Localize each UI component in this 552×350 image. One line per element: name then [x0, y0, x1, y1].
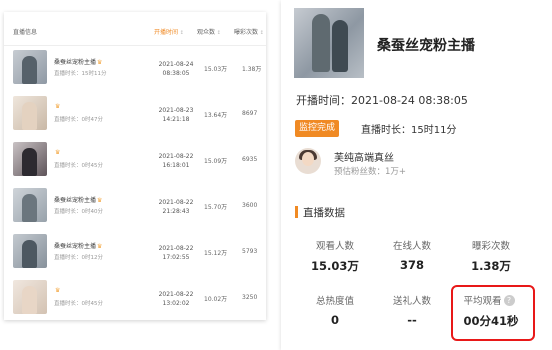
streamer-name: 桑蚕丝宠粉主播 — [54, 59, 97, 66]
stat-value-viewers: 15.03万 — [311, 259, 359, 273]
stream-likes: 3600 — [242, 202, 258, 209]
stream-duration: 直播时长：15时11分 — [54, 71, 107, 77]
fan-avatar[interactable] — [295, 148, 321, 174]
stream-start-time: 2021-08-22 16:18:01 — [158, 153, 194, 169]
list-item[interactable]: 桑蚕丝宠粉主播♛ 直播时长：0时12分 2021-08-22 17:02:55 1… — [4, 230, 266, 276]
list-item[interactable]: 桑蚕丝宠粉主播♛ 直播时长：0时40分 2021-08-22 21:28:43 1… — [4, 184, 266, 230]
stream-start-time: 2021-08-23 14:21:18 — [158, 107, 194, 123]
stream-start-time: 2021-08-24 08:38:05 — [158, 61, 194, 77]
crown-icon: ♛ — [97, 197, 103, 204]
highlight-box — [451, 285, 535, 341]
stream-viewers: 15.70万 — [204, 204, 228, 211]
stat-label-heat: 总热度值 — [315, 296, 354, 307]
list-header: 直播信息 开播时间 观众数 曝彩次数 — [4, 12, 266, 46]
stream-viewers: 15.03万 — [204, 66, 228, 73]
stat-label-viewers: 观看人数 — [315, 241, 354, 252]
stream-viewers: 10.02万 — [204, 296, 228, 303]
stream-likes: 5793 — [242, 248, 258, 255]
streamer-name: 桑蚕丝宠粉主播 — [54, 243, 97, 250]
header-info: 直播信息 — [13, 29, 38, 36]
stream-list-panel: 直播信息 开播时间 观众数 曝彩次数 桑蚕丝宠粉主播♛ 直播时长：15时11分 … — [4, 12, 266, 320]
streamer-avatar — [294, 8, 364, 78]
detail-streamer-name: 桑蚕丝宠粉主播 — [377, 38, 475, 54]
stream-duration: 直播时长：0时12分 — [54, 255, 103, 261]
stat-value-likes: 1.38万 — [471, 259, 511, 273]
stream-thumbnail — [13, 280, 47, 314]
status-badge: 监控完成 — [295, 120, 340, 137]
stat-label-online: 在线人数 — [392, 241, 431, 252]
crown-icon: ♛ — [97, 59, 103, 66]
stream-likes: 8697 — [242, 110, 258, 117]
stream-thumbnail — [13, 234, 47, 268]
header-likes[interactable]: 曝彩次数 — [234, 27, 264, 36]
stream-likes: 6935 — [242, 156, 258, 163]
crown-icon: ♛ — [55, 103, 61, 110]
stream-duration: 直播时长：0时40分 — [54, 209, 103, 215]
stream-duration: 直播时长：0时45分 — [54, 301, 103, 307]
fan-name[interactable]: 芙纯高端真丝 — [334, 149, 394, 164]
crown-icon: ♛ — [55, 149, 61, 156]
list-item[interactable]: ♛ 直播时长：0时45分 2021-08-22 16:18:01 15.09万 6… — [4, 138, 266, 184]
stream-duration: 直播时长：0时45分 — [54, 163, 103, 169]
stat-label-gifters: 送礼人数 — [392, 296, 431, 307]
stream-detail-panel: 桑蚕丝宠粉主播 开播时间：2021-08-24 08:38:05 监控完成 直播… — [281, 0, 552, 350]
section-accent — [295, 206, 298, 218]
stream-viewers: 15.09万 — [204, 158, 228, 165]
stat-label-likes: 曝彩次数 — [471, 241, 510, 252]
stream-viewers: 13.64万 — [204, 112, 228, 119]
crown-icon: ♛ — [97, 243, 103, 250]
list-item[interactable]: ♛ 直播时长：0时45分 2021-08-22 13:02:02 10.02万 3… — [4, 276, 266, 322]
list-item[interactable]: 桑蚕丝宠粉主播♛ 直播时长：15时11分 2021-08-24 08:38:05 … — [4, 46, 266, 92]
detail-start-time: 开播时间：2021-08-24 08:38:05 — [296, 94, 468, 107]
header-viewers[interactable]: 观众数 — [197, 27, 221, 36]
stream-likes: 3250 — [242, 294, 258, 301]
stream-thumbnail — [13, 50, 47, 84]
stat-value-heat: 0 — [330, 313, 339, 327]
streamer-name: 桑蚕丝宠粉主播 — [54, 197, 97, 204]
section-title: 直播数据 — [303, 207, 345, 219]
crown-icon: ♛ — [55, 287, 61, 294]
detail-duration: 直播时长：15时11分 — [361, 125, 457, 136]
stream-viewers: 15.12万 — [204, 250, 228, 257]
header-start-time[interactable]: 开播时间 — [154, 27, 184, 36]
stream-thumbnail — [13, 96, 47, 130]
stream-likes: 1.38万 — [242, 66, 262, 73]
stream-duration: 直播时长：0时47分 — [54, 117, 103, 123]
stream-thumbnail — [13, 142, 47, 176]
stat-value-gifters: -- — [407, 313, 417, 327]
stream-start-time: 2021-08-22 13:02:02 — [158, 291, 194, 307]
fan-count: 预估粉丝数：1万+ — [334, 167, 407, 177]
stream-thumbnail — [13, 188, 47, 222]
list-item[interactable]: ♛ 直播时长：0时47分 2021-08-23 14:21:18 13.64万 8… — [4, 92, 266, 138]
stream-start-time: 2021-08-22 17:02:55 — [158, 245, 194, 261]
stat-value-online: 378 — [399, 258, 424, 272]
stream-start-time: 2021-08-22 21:28:43 — [158, 199, 194, 215]
